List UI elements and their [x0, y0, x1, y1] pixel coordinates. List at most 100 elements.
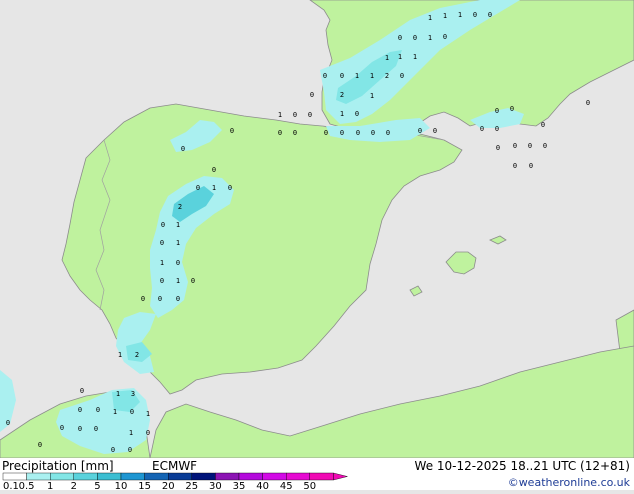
scale-swatch: [309, 472, 334, 481]
station-value: 3: [131, 390, 135, 398]
station-value: 0: [176, 259, 180, 267]
station-value: 0: [513, 162, 517, 170]
station-value: 1: [413, 53, 417, 61]
legend-title: Precipitation [mm]: [2, 459, 114, 473]
scale-swatch: [2, 472, 27, 481]
station-value: 1: [212, 184, 216, 192]
station-value: 0: [495, 107, 499, 115]
scale-swatch: [238, 472, 263, 481]
station-value: 1: [428, 34, 432, 42]
station-value: 1: [160, 259, 164, 267]
station-value: 0: [6, 419, 10, 427]
precipitation-map: 1 1 1 0 0 0 0 1 0 1 1 1 0 0 1 1 2 0 0 2 1 1 0 0 1 0 0 0 0 0 0 0 0 0 0 0 0 0 0 0…: [0, 0, 634, 458]
station-value: 1: [118, 351, 122, 359]
scale-arrow: [333, 472, 348, 481]
station-value: 0: [308, 111, 312, 119]
station-value: 0: [176, 295, 180, 303]
scale-label: 40: [256, 481, 269, 490]
station-value: 0: [38, 441, 42, 449]
station-value: 0: [293, 129, 297, 137]
scale-swatch: [262, 472, 287, 481]
station-value: 1: [146, 410, 150, 418]
station-value: 1: [129, 429, 133, 437]
station-value: 1: [176, 239, 180, 247]
station-value: 0: [529, 162, 533, 170]
scale-label: 1: [47, 481, 53, 490]
legend-model: ECMWF: [152, 459, 197, 473]
scale-label: 25: [185, 481, 198, 490]
station-value: 0: [340, 129, 344, 137]
scale-label: 45: [280, 481, 293, 490]
scale-swatch: [191, 472, 216, 481]
station-value: 0: [433, 127, 437, 135]
station-value: 0: [141, 295, 145, 303]
station-value: 0: [541, 121, 545, 129]
scale-label: 5: [94, 481, 100, 490]
station-value: 0: [586, 99, 590, 107]
scale-label: 0.1: [3, 481, 19, 490]
station-value: 1: [385, 54, 389, 62]
station-value: 0: [528, 142, 532, 150]
station-value: 0: [510, 105, 514, 113]
station-value: 0: [80, 387, 84, 395]
scale-label: 30: [209, 481, 222, 490]
scale-swatch: [144, 472, 169, 481]
scale-label: 10: [115, 481, 128, 490]
scale-swatch: [73, 472, 98, 481]
scale-swatch: [215, 472, 240, 481]
station-value: 0: [130, 408, 134, 416]
station-value: 0: [78, 406, 82, 414]
scale-label: 50: [303, 481, 316, 490]
scale-label: 35: [233, 481, 246, 490]
station-value: 0: [160, 239, 164, 247]
scale-swatch: [286, 472, 311, 481]
station-value: 0: [480, 125, 484, 133]
station-value: 0: [386, 129, 390, 137]
station-value: 0: [160, 277, 164, 285]
station-value: 0: [413, 34, 417, 42]
station-value: 0: [230, 127, 234, 135]
station-value: 1: [398, 53, 402, 61]
station-value: 0: [543, 142, 547, 150]
station-value: 0: [400, 72, 404, 80]
station-value: 0: [340, 72, 344, 80]
scale-swatch: [50, 472, 75, 481]
station-value: 1: [278, 111, 282, 119]
station-value: 0: [398, 34, 402, 42]
station-value: 1: [176, 221, 180, 229]
station-value: 0: [355, 110, 359, 118]
station-value: 0: [473, 11, 477, 19]
station-value: 1: [443, 12, 447, 20]
station-value: 0: [324, 129, 328, 137]
station-value: 0: [78, 425, 82, 433]
station-value: 0: [495, 125, 499, 133]
station-value: 0: [60, 424, 64, 432]
station-value: 0: [488, 11, 492, 19]
scale-label: 0.5: [19, 481, 35, 490]
station-value: 0: [278, 129, 282, 137]
station-value: 0: [293, 111, 297, 119]
station-value: 0: [191, 277, 195, 285]
station-value: 0: [418, 127, 422, 135]
station-value: 0: [161, 221, 165, 229]
station-value: 1: [370, 72, 374, 80]
station-value: 0: [212, 166, 216, 174]
station-value: 1: [370, 92, 374, 100]
station-value: 0: [128, 446, 132, 454]
color-scale: 0.1 0.5 1 2 5 10 15 20 25 30 35 40 45 50: [2, 472, 348, 492]
scale-swatch: [167, 472, 192, 481]
scale-swatch: [120, 472, 145, 481]
station-value: 1: [116, 390, 120, 398]
scale-label: 20: [162, 481, 175, 490]
legend-bar: Precipitation [mm] ECMWF We 10-12-2025 1…: [0, 458, 634, 492]
station-value: 1: [428, 14, 432, 22]
station-value: 0: [323, 72, 327, 80]
station-value: 2: [135, 351, 139, 359]
scale-swatch: [97, 472, 122, 481]
station-value: 1: [176, 277, 180, 285]
station-value: 2: [178, 203, 182, 211]
station-value: 1: [113, 408, 117, 416]
station-value: 0: [228, 184, 232, 192]
station-value: 0: [496, 144, 500, 152]
station-value: 0: [94, 425, 98, 433]
